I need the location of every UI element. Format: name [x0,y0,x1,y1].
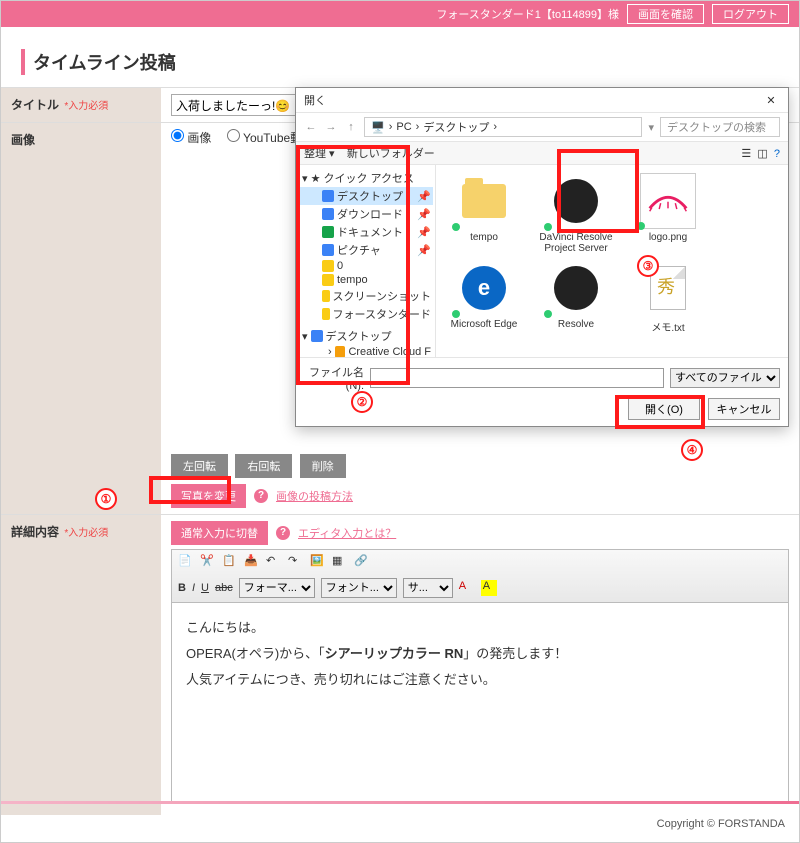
italic-icon[interactable]: I [192,582,195,594]
source-icon[interactable]: 📄 [178,554,194,570]
format-select[interactable]: フォーマ... [239,578,315,598]
folder-icon [462,184,506,218]
dialog-search[interactable]: デスクトップの検索 [660,117,780,137]
editor-line: こんにちは。 [186,615,774,641]
app-icon [554,179,598,223]
dialog-file-grid[interactable]: tempo DaVinci Resolve Project Server log… [436,165,788,357]
tree-item[interactable]: スクリーンショット [298,287,433,305]
switch-input-button[interactable]: 通常入力に切替 [171,521,268,545]
page-title: タイムライン投稿 [21,49,799,75]
close-icon[interactable]: ✕ [762,94,780,107]
question-icon: ? [276,526,290,540]
open-button[interactable]: 開く(O) [628,398,700,420]
editor-line: OPERA(オペラ)から、「シアーリップカラー RN」の発売します！ [186,641,774,667]
address-bar[interactable]: 🖥️ › PC › デスクトップ › [364,117,642,137]
cancel-button[interactable]: キャンセル [708,398,780,420]
label-details: 詳細内容 *入力必須 [1,515,161,815]
bold-icon[interactable]: B [178,582,186,594]
how-to-post-link[interactable]: 画像の投稿方法 [276,488,353,504]
filename-label: ファイル名(N): [304,364,364,392]
tree-quick-access[interactable]: ▾ ★ クイック アクセス [298,169,433,187]
cut-icon[interactable]: ✂️ [200,554,216,570]
dialog-title: 開く [304,92,326,108]
tree-item[interactable]: フォースタンダード [298,305,433,323]
paste-icon[interactable]: 📥 [244,554,260,570]
tree-item[interactable]: tempo [298,273,433,287]
pc-icon: 🖥️ [371,121,385,134]
editor-area[interactable]: こんにちは。 OPERA(オペラ)から、「シアーリップカラー RN」の発売します… [171,603,789,803]
dialog-tree[interactable]: ▾ ★ クイック アクセス デスクトップ 📌 ダウンロード 📌 ドキュメント 📌… [296,165,436,357]
question-icon: ? [254,489,268,503]
topbar: フォースタンダード1【to114899】様 画面を確認 ログアウト [1,1,799,27]
preview-button[interactable]: 画面を確認 [627,4,704,24]
editor-toolbar: 📄 ✂️ 📋 📥 ↶ ↷ 🖼️ ▦ 🔗 B I U abc フォーマ... フォ… [171,549,789,603]
rotate-left-button[interactable]: 左回転 [171,454,228,478]
up-icon[interactable]: ↑ [344,120,358,134]
font-select[interactable]: フォント... [321,578,397,598]
footer: Copyright © FORSTANDA [657,818,785,830]
image-icon[interactable]: 🖼️ [310,554,326,570]
file-item[interactable]: Resolve [536,260,616,334]
organize-menu[interactable]: 整理 ▾ [304,148,335,160]
label-title: タイトル *入力必須 [1,88,161,122]
file-item[interactable]: tempo [444,173,524,254]
file-item[interactable]: 秀 メモ.txt [628,260,708,334]
logout-button[interactable]: ログアウト [712,4,789,24]
forward-icon[interactable]: → [324,120,338,134]
tree-item[interactable]: ダウンロード 📌 [298,205,433,223]
tree-item[interactable]: 0 [298,259,433,273]
footer-divider [1,801,799,804]
tree-item[interactable]: ドキュメント 📌 [298,223,433,241]
editor-help-link[interactable]: エディタ入力とは？ [298,525,396,541]
user-label: フォースタンダード1【to114899】様 [436,6,619,22]
label-image: 画像 [1,123,161,514]
tree-item[interactable]: ピクチャ 📌 [298,241,433,259]
filename-input[interactable] [370,368,664,388]
editor-line: 人気アイテムにつき、売り切れにはご注意ください。 [186,667,774,693]
rotate-right-button[interactable]: 右回転 [235,454,292,478]
undo-icon[interactable]: ↶ [266,554,282,570]
file-open-dialog: 開く ✕ ← → ↑ 🖥️ › PC › デスクトップ › ▾ デスクトップの検… [295,87,789,427]
underline-icon[interactable]: U [201,582,209,594]
file-item[interactable]: DaVinci Resolve Project Server [536,173,616,254]
help-icon[interactable]: ? [774,148,780,160]
file-item[interactable]: logo.png [628,173,708,254]
tree-item[interactable]: › Creative Cloud F [298,345,433,357]
back-icon[interactable]: ← [304,120,318,134]
copy-icon[interactable]: 📋 [222,554,238,570]
radio-image[interactable]: 画像 [171,131,211,145]
title-input[interactable] [171,94,301,116]
file-item[interactable]: e Microsoft Edge [444,260,524,334]
edge-icon: e [462,266,506,310]
change-photo-button[interactable]: 写真を変更 [171,484,246,508]
row-details: 詳細内容 *入力必須 通常入力に切替 ? エディタ入力とは？ 📄 ✂️ 📋 📥 … [1,514,799,815]
redo-icon[interactable]: ↷ [288,554,304,570]
view-icon[interactable]: ☰ [741,148,751,160]
bg-color-icon[interactable]: A [481,580,497,596]
size-select[interactable]: サ... [403,578,453,598]
tree-item[interactable]: デスクトップ 📌 [298,187,433,205]
preview-pane-icon[interactable]: ◫ [757,148,767,160]
app-icon [554,266,598,310]
new-folder-button[interactable]: 新しいフォルダー [347,148,435,160]
link-icon[interactable]: 🔗 [354,554,370,570]
filter-select[interactable]: すべてのファイル (*) [670,368,780,388]
logo-icon [646,188,690,214]
strike-icon[interactable]: abc [215,582,233,594]
document-icon: 秀 [650,266,686,310]
table-icon[interactable]: ▦ [332,554,348,570]
text-color-icon[interactable]: A [459,580,475,596]
tree-desktop[interactable]: ▾ デスクトップ [298,327,433,345]
delete-button[interactable]: 削除 [300,454,346,478]
